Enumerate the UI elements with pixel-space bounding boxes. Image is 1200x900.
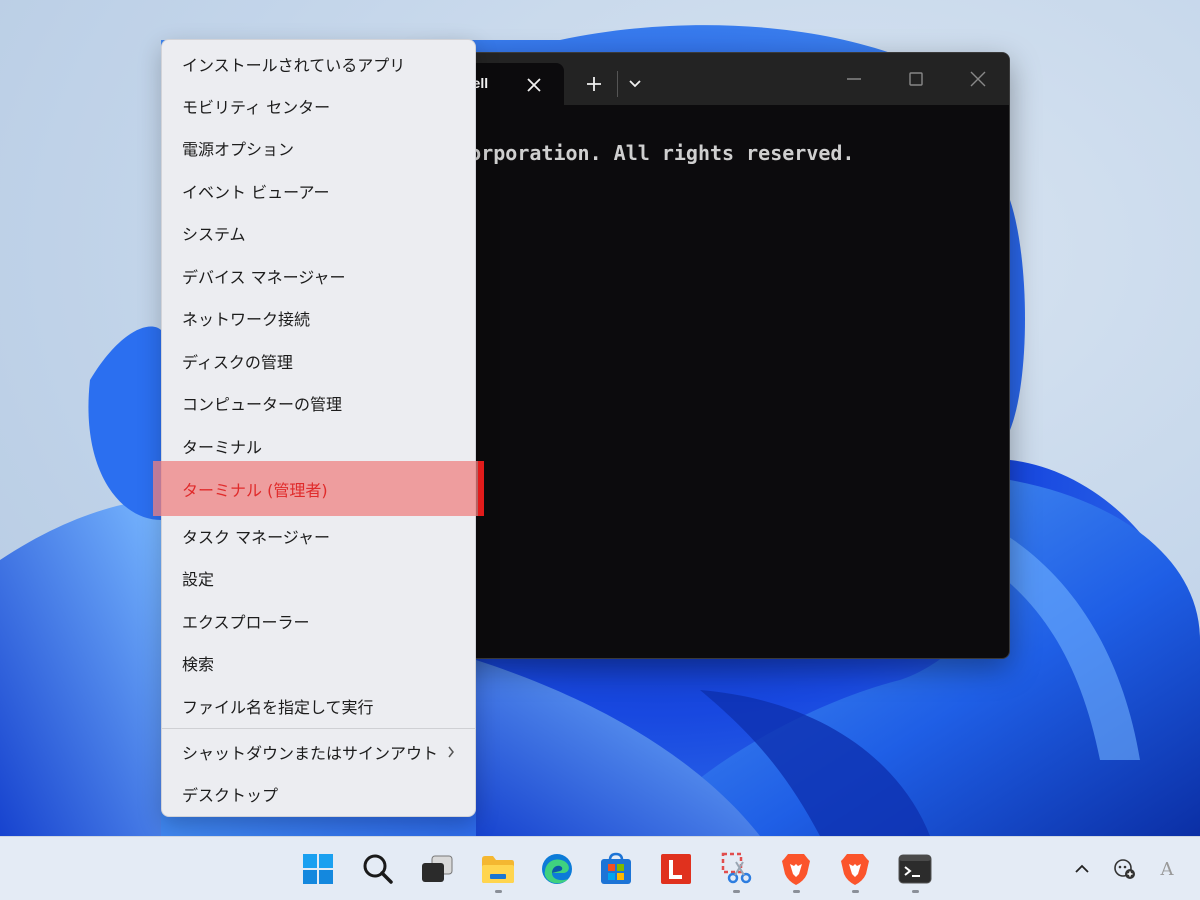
new-tab-button[interactable] [581, 71, 607, 97]
menu-item-terminal-admin[interactable]: ターミナル (管理者) [153, 461, 484, 516]
terminal-icon[interactable] [897, 851, 933, 887]
windows-start-icon[interactable] [300, 851, 336, 887]
close-icon [527, 78, 541, 92]
menu-item-mobility-center[interactable]: モビリティ センター [162, 86, 475, 126]
running-indicator [495, 890, 502, 893]
menu-item-label: シャットダウンまたはサインアウト [182, 744, 439, 763]
menu-item-network-connections[interactable]: ネットワーク接続 [162, 298, 475, 338]
menu-item-installed-apps[interactable]: インストールされているアプリ [162, 44, 475, 84]
window-close-button[interactable] [963, 65, 993, 93]
menu-item-task-manager[interactable]: タスク マネージャー [162, 516, 475, 556]
running-indicator [912, 890, 919, 893]
brave-browser-icon[interactable] [837, 851, 873, 887]
menu-item-system[interactable]: システム [162, 213, 475, 253]
ime-indicator[interactable]: A [1156, 857, 1178, 881]
plus-icon [587, 77, 601, 91]
maximize-icon [909, 72, 923, 86]
menu-item-power-options[interactable]: 電源オプション [162, 128, 475, 168]
menu-item-computer-management[interactable]: コンピューターの管理 [162, 383, 475, 423]
quick-link-context-menu: インストールされているアプリ モビリティ センター 電源オプション イベント ビ… [153, 39, 484, 817]
microsoft-store-icon[interactable] [598, 851, 634, 887]
menu-item-event-viewer[interactable]: イベント ビューアー [162, 171, 475, 211]
red-l-app-icon[interactable] [658, 851, 694, 887]
task-view-icon[interactable] [419, 851, 455, 887]
menu-item-settings[interactable]: 設定 [162, 558, 475, 598]
edge-browser-icon[interactable] [539, 851, 575, 887]
running-indicator [852, 890, 859, 893]
taskbar: A [0, 836, 1200, 900]
chevron-down-icon [629, 80, 641, 88]
running-indicator [733, 890, 740, 893]
brave-browser-icon[interactable] [778, 851, 814, 887]
copilot-icon[interactable] [1112, 857, 1138, 881]
menu-item-file-explorer[interactable]: エクスプローラー [162, 601, 475, 641]
snipping-tool-icon[interactable] [718, 851, 754, 887]
chevron-up-icon[interactable] [1071, 857, 1093, 881]
minimize-icon [847, 78, 861, 80]
running-indicator [793, 890, 800, 893]
chevron-right-icon [447, 732, 455, 772]
terminal-titlebar[interactable]: hell [421, 53, 1009, 105]
menu-item-terminal[interactable]: ターミナル [162, 426, 475, 466]
tab-close-button[interactable] [521, 73, 547, 97]
menu-separator [162, 728, 475, 729]
minimize-button[interactable] [839, 65, 869, 93]
file-explorer-icon[interactable] [480, 851, 516, 887]
terminal-window[interactable]: hell ft Corporation. All rights reserved… [420, 52, 1010, 659]
menu-item-device-manager[interactable]: デバイス マネージャー [162, 256, 475, 296]
terminal-output[interactable]: ft Corporation. All rights reserved. [421, 141, 854, 165]
menu-item-run[interactable]: ファイル名を指定して実行 [162, 686, 475, 726]
tab-divider [617, 71, 618, 97]
maximize-button[interactable] [901, 65, 931, 93]
close-icon [970, 71, 986, 87]
menu-item-search[interactable]: 検索 [162, 643, 475, 683]
search-icon[interactable] [360, 851, 396, 887]
tab-dropdown-button[interactable] [622, 71, 648, 97]
menu-item-desktop[interactable]: デスクトップ [162, 774, 475, 814]
menu-item-shutdown-signout[interactable]: シャットダウンまたはサインアウト [162, 732, 475, 772]
menu-item-disk-management[interactable]: ディスクの管理 [162, 341, 475, 381]
